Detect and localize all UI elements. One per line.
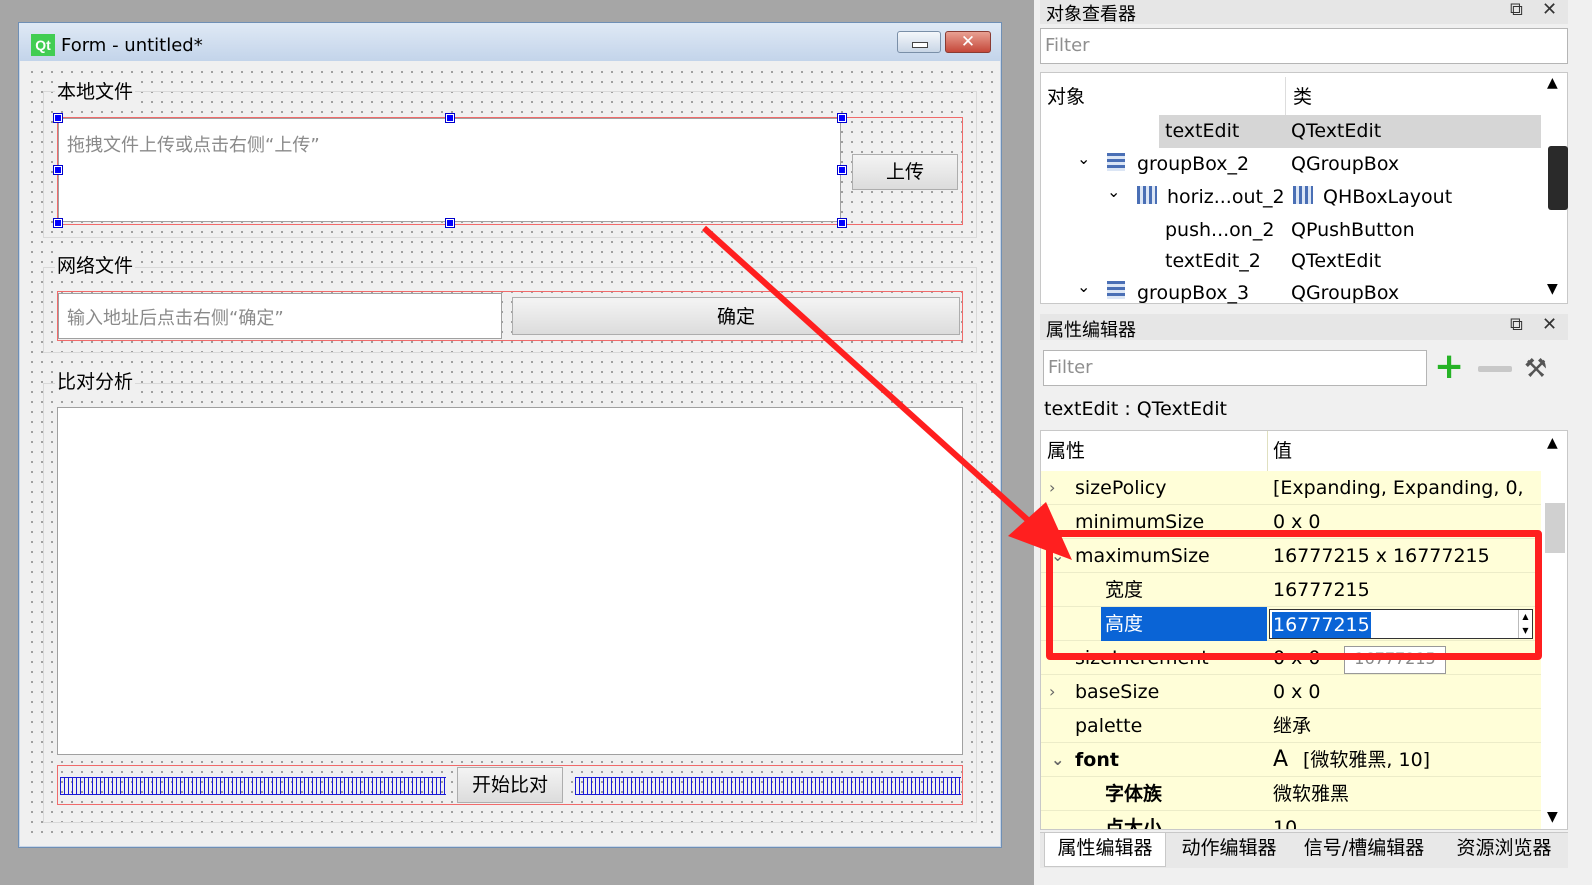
arrow-shaft <box>701 225 1033 525</box>
annotation-arrow <box>701 225 1072 560</box>
